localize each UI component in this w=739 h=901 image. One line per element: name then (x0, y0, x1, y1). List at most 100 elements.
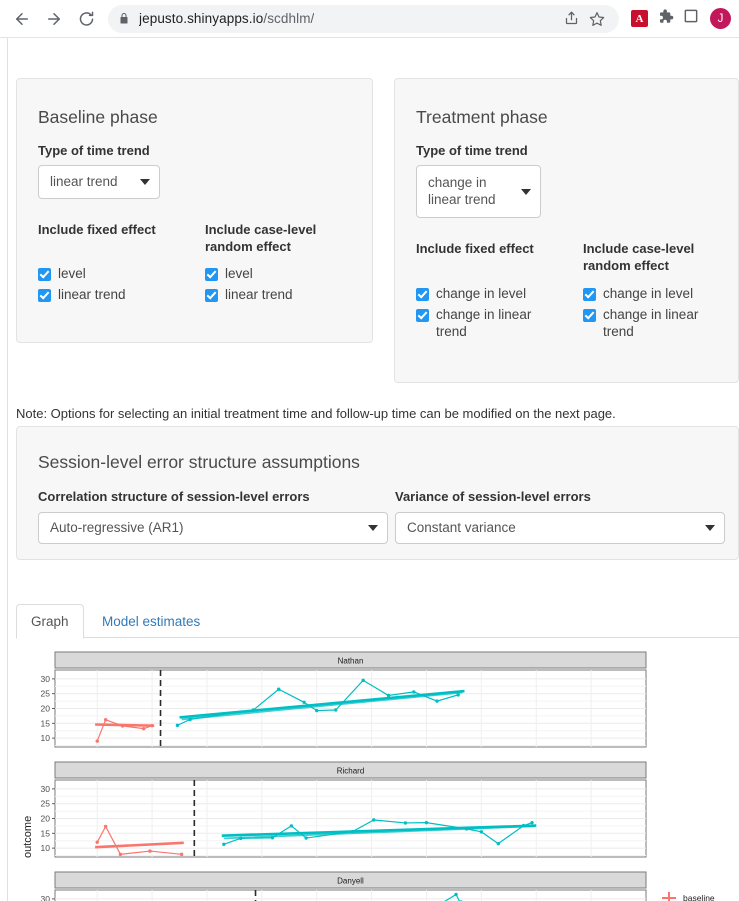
correlation-structure-label: Correlation structure of session-level e… (38, 489, 310, 504)
baseline-phase-panel: Baseline phase Type of time trend linear… (16, 78, 373, 343)
checkbox-checked-icon[interactable] (583, 309, 596, 323)
data-point (435, 699, 439, 703)
baseline-random-trend-row[interactable]: linear trend (205, 287, 360, 303)
checkbox-checked-icon[interactable] (205, 289, 218, 303)
treatment-fixed-level-label: change in level (436, 286, 527, 301)
treatment-random-effect-heading: Include case-level random effect (583, 241, 695, 273)
data-point (403, 821, 408, 825)
data-point (148, 849, 152, 853)
data-point (315, 708, 319, 713)
y-tick-label: 30 (41, 784, 51, 794)
data-point (175, 723, 180, 728)
chevron-down-icon (705, 525, 715, 531)
treatment-random-level-row[interactable]: change in level (583, 286, 733, 302)
data-point (334, 708, 338, 712)
page-content: Baseline phase Type of time trend linear… (0, 38, 739, 901)
treatment-trend-select[interactable]: change in linear trend (416, 165, 541, 218)
chevron-down-icon (140, 179, 150, 185)
side-panel-icon[interactable] (683, 8, 699, 29)
baseline-line-icon (660, 891, 678, 901)
baseline-fixed-effect-heading: Include fixed effect (38, 222, 156, 237)
graph-legend: baseline treatment (660, 890, 719, 901)
tab-graph-label: Graph (31, 614, 69, 629)
data-point (372, 818, 376, 822)
graph-svg: Nathan1015202530Richard1015202530Danyell… (41, 651, 647, 901)
facet-panel-danyell: Danyell1015202530 (41, 871, 647, 901)
fit-line (95, 723, 155, 727)
share-icon[interactable] (559, 7, 583, 31)
y-tick-label: 25 (41, 799, 51, 809)
data-point (304, 836, 308, 840)
url-path: /scdhlm/ (263, 11, 315, 26)
baseline-fixed-trend-row[interactable]: linear trend (38, 287, 193, 303)
correlation-structure-select[interactable]: Auto-regressive (AR1) (38, 512, 388, 544)
baseline-random-level-row[interactable]: level (205, 266, 360, 282)
data-point (103, 718, 108, 722)
back-button[interactable] (8, 5, 36, 33)
legend-item-baseline: baseline (660, 890, 719, 901)
data-point (361, 678, 365, 683)
facet-label: Nathan (338, 657, 364, 666)
checkbox-checked-icon[interactable] (205, 268, 218, 281)
tab-bar: Graph Model estimates (16, 604, 739, 639)
baseline-trend-label: Type of time trend (38, 143, 150, 158)
y-tick-label: 30 (41, 894, 51, 901)
data-point (302, 700, 306, 704)
puzzle-piece-icon[interactable] (657, 8, 674, 30)
star-icon[interactable] (585, 7, 609, 31)
treatment-phase-panel: Treatment phase Type of time trend chang… (394, 78, 739, 383)
treatment-trend-value: change in linear trend (428, 174, 496, 207)
checkbox-checked-icon[interactable] (38, 289, 51, 303)
baseline-panel-title: Baseline phase (38, 107, 158, 127)
checkbox-checked-icon[interactable] (416, 288, 429, 301)
y-tick-label: 15 (41, 718, 51, 728)
data-point (424, 820, 429, 825)
checkbox-checked-icon[interactable] (583, 288, 596, 301)
baseline-fixed-level-row[interactable]: level (38, 266, 193, 282)
y-tick-label: 10 (41, 733, 51, 743)
treatment-fixed-level-row[interactable]: change in level (416, 286, 566, 302)
y-axis-title: outcome (22, 815, 34, 858)
baseline-fixed-trend-label: linear trend (58, 287, 126, 303)
baseline-trend-select[interactable]: linear trend (38, 165, 160, 199)
data-point (95, 840, 99, 844)
forward-button[interactable] (40, 5, 68, 33)
y-tick-label: 10 (41, 843, 51, 853)
data-point (412, 690, 416, 694)
back-arrow-icon (13, 10, 31, 28)
facet-panel-nathan: Nathan 10 15 20 25 30 (41, 651, 647, 748)
avatar-initial: J (717, 12, 724, 25)
checkbox-checked-icon[interactable] (416, 309, 429, 323)
treatment-fixed-trend-label: change in linear trend (436, 307, 532, 339)
browser-toolbar: jepusto.shinyapps.io/scdhlm/ A J (0, 0, 739, 38)
avatar[interactable]: J (710, 8, 731, 29)
data-point (179, 852, 184, 857)
y-tick-label: 15 (41, 828, 51, 838)
facet-label: Richard (337, 767, 365, 776)
reload-icon (78, 10, 95, 27)
data-point (454, 892, 458, 897)
data-point (95, 739, 99, 743)
data-point (277, 687, 281, 691)
tab-graph[interactable]: Graph (16, 604, 84, 639)
url-domain: jepusto.shinyapps.io (139, 11, 264, 26)
url-text: jepusto.shinyapps.io/scdhlm/ (139, 11, 314, 26)
treatment-fixed-effect-heading: Include fixed effect (416, 241, 534, 256)
treatment-random-trend-label: change in linear trend (603, 307, 699, 339)
address-bar[interactable]: jepusto.shinyapps.io/scdhlm/ (108, 4, 619, 33)
checkbox-checked-icon[interactable] (38, 268, 51, 281)
tab-model-estimates[interactable]: Model estimates (88, 604, 214, 639)
treatment-fixed-trend-row[interactable]: change in linear trend (416, 307, 566, 340)
y-tick-label: 20 (41, 704, 51, 714)
data-point (118, 852, 123, 857)
data-point (289, 824, 294, 828)
treatment-random-trend-row[interactable]: change in linear trend (583, 307, 733, 340)
facet-panel-richard: Richard 10 15 20 25 30 (41, 761, 647, 858)
data-point (103, 824, 108, 829)
pdf-extension-icon[interactable]: A (631, 10, 648, 27)
lock-icon (118, 12, 130, 25)
variance-select[interactable]: Constant variance (395, 512, 725, 544)
treatment-trend-label: Type of time trend (416, 143, 528, 158)
reload-button[interactable] (72, 5, 100, 33)
data-point (530, 820, 534, 825)
